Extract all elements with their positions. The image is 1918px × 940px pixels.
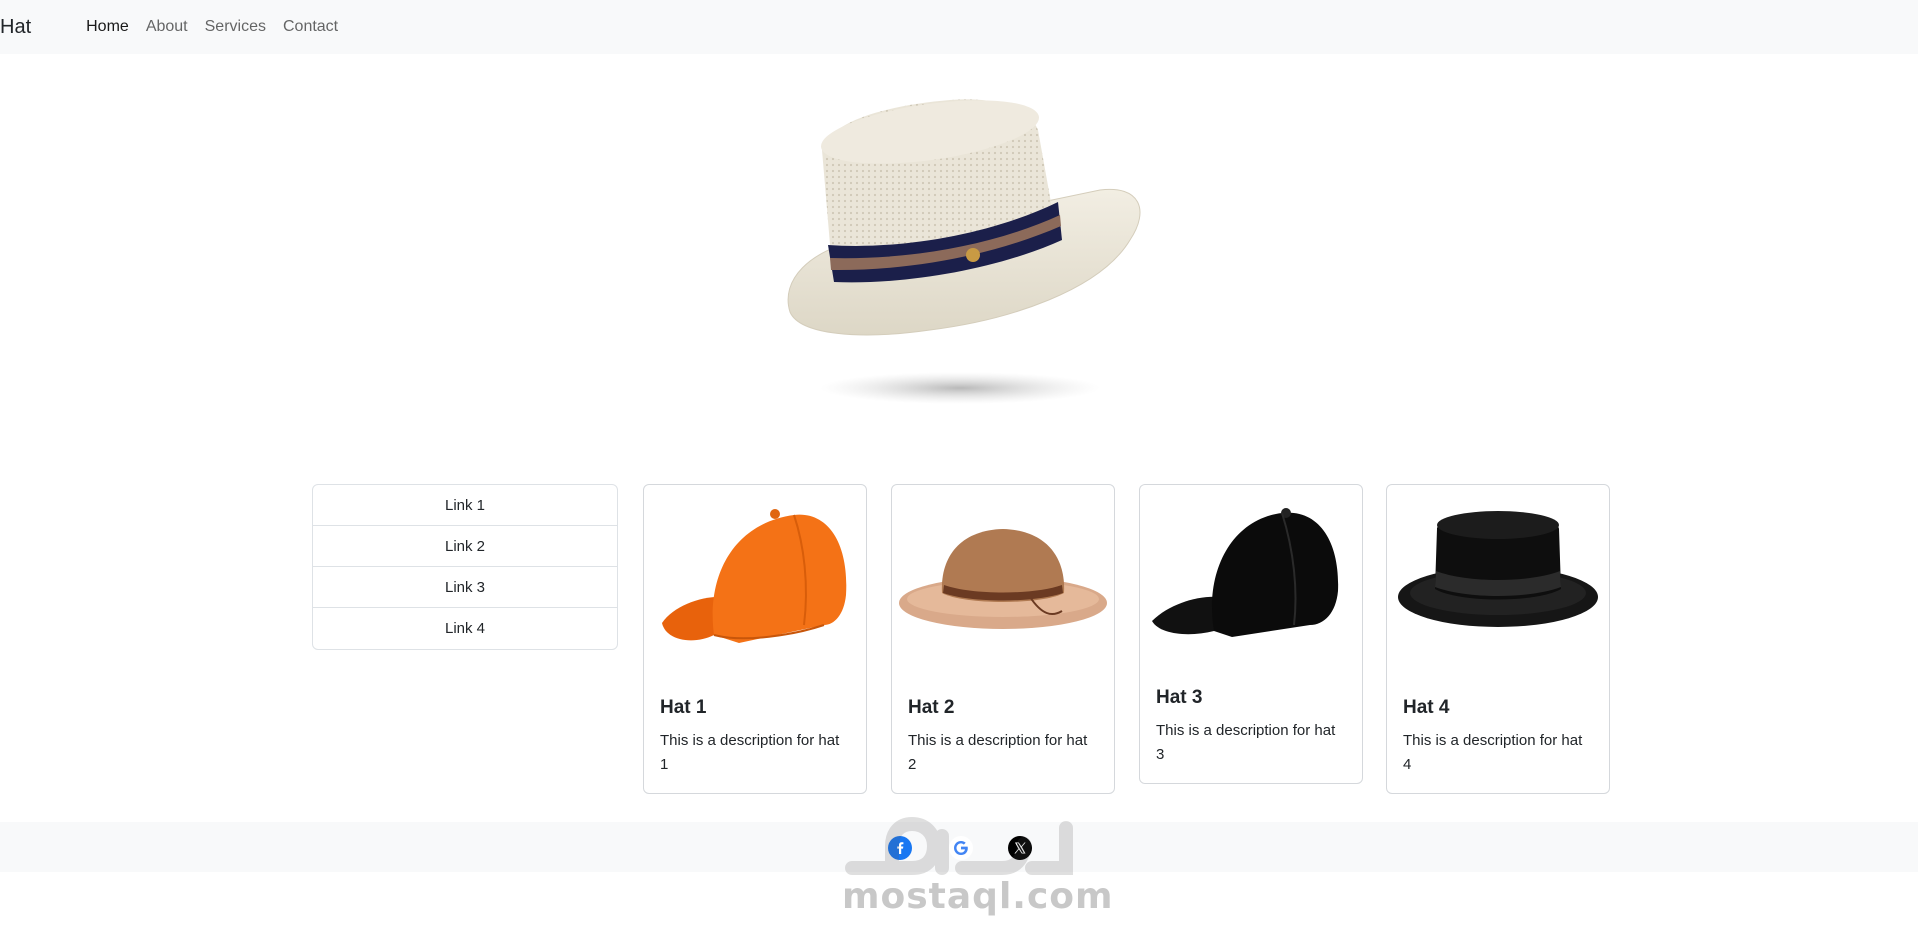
- product-card-hat-3[interactable]: Hat 3 This is a description for hat 3: [1139, 484, 1363, 784]
- card-title: Hat 2: [908, 697, 955, 718]
- hero-hat-image: [787, 99, 1141, 404]
- nav-services[interactable]: Services: [205, 18, 266, 36]
- product-card-hat-2[interactable]: Hat 2 This is a description for hat 2: [891, 484, 1115, 794]
- card-description: This is a description for hat 4: [1403, 732, 1583, 773]
- sidebar-list: Link 1 Link 2 Link 3 Link 4: [312, 484, 618, 650]
- nav-home[interactable]: Home: [86, 18, 129, 36]
- nav-contact[interactable]: Contact: [283, 18, 338, 36]
- navbar: Hat Home About Services Contact: [0, 0, 1918, 54]
- card-description: This is a description for hat 1: [660, 732, 840, 773]
- nav-about[interactable]: About: [146, 18, 188, 36]
- straw-hat-image: [899, 529, 1107, 629]
- sidebar-link-4[interactable]: Link 4: [313, 608, 617, 649]
- card-title: Hat 4: [1403, 697, 1450, 718]
- top-hat-image: [1398, 511, 1598, 627]
- brand-logo[interactable]: Hat: [0, 16, 31, 39]
- card-title: Hat 3: [1156, 687, 1203, 708]
- mostaql-watermark-logo: [845, 816, 1073, 875]
- card-description: This is a description for hat 2: [908, 732, 1088, 773]
- sidebar-link-2[interactable]: Link 2: [313, 526, 617, 567]
- orange-cap-image: [662, 509, 847, 643]
- sidebar-link-3[interactable]: Link 3: [313, 567, 617, 608]
- card-description: This is a description for hat 3: [1156, 722, 1336, 763]
- product-card-hat-1[interactable]: Hat 1 This is a description for hat 1: [643, 484, 867, 794]
- sidebar-link-1[interactable]: Link 1: [313, 485, 617, 526]
- mostaql-watermark-text: mostaql.com: [842, 876, 1114, 917]
- card-title: Hat 1: [660, 697, 707, 718]
- product-card-hat-4[interactable]: Hat 4 This is a description for hat 4: [1386, 484, 1610, 794]
- black-cap-image: [1152, 508, 1339, 637]
